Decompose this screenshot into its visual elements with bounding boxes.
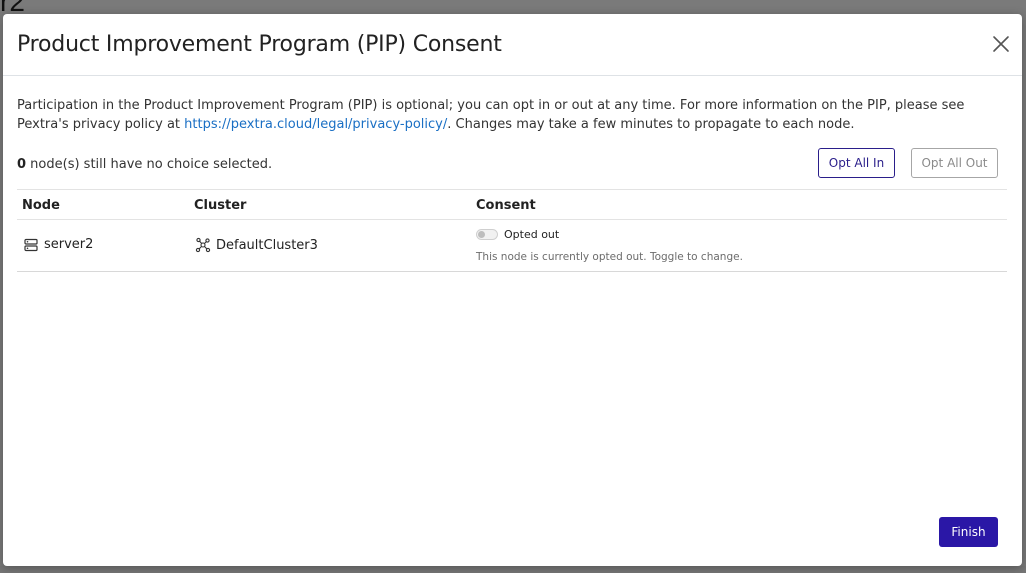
description: Participation in the Product Improvement… bbox=[17, 96, 1007, 134]
server-icon bbox=[24, 238, 38, 251]
consent-toggle[interactable] bbox=[476, 229, 498, 240]
node-name: server2 bbox=[44, 237, 94, 252]
consent-cell: Opted out bbox=[476, 228, 559, 241]
toggle-knob bbox=[478, 231, 485, 238]
header-cluster: Cluster bbox=[194, 198, 247, 213]
cluster-icon bbox=[195, 237, 211, 253]
table-header: Node Cluster Consent bbox=[17, 189, 1007, 220]
close-icon bbox=[993, 36, 1009, 52]
cluster-cell: DefaultCluster3 bbox=[195, 237, 318, 253]
consent-hint: This node is currently opted out. Toggle… bbox=[476, 251, 743, 263]
node-cell: server2 bbox=[24, 237, 93, 252]
opt-all-out-button[interactable]: Opt All Out bbox=[911, 148, 998, 178]
description-text-end: . Changes may take a few minutes to prop… bbox=[447, 117, 855, 132]
consent-state-label: Opted out bbox=[504, 228, 560, 241]
privacy-policy-link[interactable]: https://pextra.cloud/legal/privacy-polic… bbox=[184, 117, 447, 132]
cluster-name: DefaultCluster3 bbox=[216, 237, 318, 253]
close-button[interactable] bbox=[992, 35, 1010, 53]
modal-header: Product Improvement Program (PIP) Consen… bbox=[3, 14, 1022, 76]
pip-consent-modal: Product Improvement Program (PIP) Consen… bbox=[3, 14, 1022, 566]
header-consent: Consent bbox=[476, 198, 536, 213]
pending-count: 0 bbox=[17, 157, 27, 172]
nodes-table: Node Cluster Consent server2 DefaultClus… bbox=[17, 189, 1007, 272]
pending-text: node(s) still have no choice selected. bbox=[26, 157, 273, 172]
pending-count-line: 0 node(s) still have no choice selected. bbox=[17, 157, 272, 172]
modal-title: Product Improvement Program (PIP) Consen… bbox=[17, 32, 502, 57]
opt-all-in-button[interactable]: Opt All In bbox=[818, 148, 895, 178]
background-strip bbox=[0, 566, 1026, 573]
header-node: Node bbox=[22, 198, 60, 213]
finish-button[interactable]: Finish bbox=[939, 517, 998, 547]
table-row: server2 DefaultCluster3 Opted out This n… bbox=[17, 220, 1007, 272]
